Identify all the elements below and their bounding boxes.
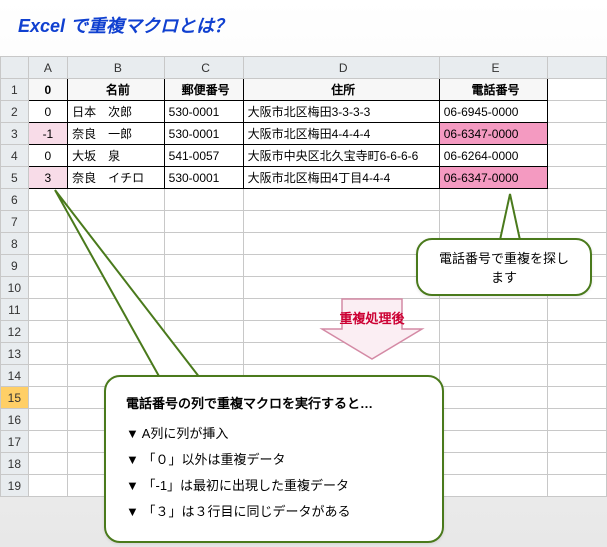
cell[interactable] [548, 123, 607, 145]
row-header[interactable]: 11 [1, 299, 29, 321]
row-header[interactable]: 7 [1, 211, 29, 233]
row-header[interactable]: 2 [1, 101, 29, 123]
cell[interactable]: 大阪市北区梅田3-3-3-3 [243, 101, 439, 123]
cell[interactable]: 郵便番号 [164, 79, 243, 101]
row-header[interactable]: 14 [1, 365, 29, 387]
row-header[interactable]: 16 [1, 409, 29, 431]
cell[interactable]: 大阪市中央区北久宝寺町6-6-6-6 [243, 145, 439, 167]
callout-item: ▼ A列に列が挿入 [126, 421, 422, 447]
cell[interactable] [548, 79, 607, 101]
cell[interactable]: -1 [28, 123, 67, 145]
col-header-D[interactable]: D [243, 57, 439, 79]
cell[interactable]: 0 [28, 79, 67, 101]
cell[interactable]: 3 [28, 167, 67, 189]
row-header[interactable]: 17 [1, 431, 29, 453]
cell[interactable]: 大阪市北区梅田4-4-4-4 [243, 123, 439, 145]
col-header-F[interactable] [548, 57, 607, 79]
callout-phone-duplicate: 電話番号で重複を探します [416, 238, 592, 296]
row-header[interactable]: 13 [1, 343, 29, 365]
cell[interactable]: 06-6945-0000 [439, 101, 547, 123]
cell[interactable]: 大阪市北区梅田4丁目4-4-4 [243, 167, 439, 189]
row-header[interactable]: 10 [1, 277, 29, 299]
arrow-label: 重複処理後 [312, 308, 432, 327]
row-header[interactable]: 12 [1, 321, 29, 343]
row-header[interactable]: 18 [1, 453, 29, 475]
row-header[interactable]: 15 [1, 387, 29, 409]
table-row: 4 0 大坂 泉 541-0057 大阪市中央区北久宝寺町6-6-6-6 06-… [1, 145, 607, 167]
callout-item: ▼ 「-1」は最初に出現した重複データ [126, 473, 422, 499]
page-title: Excel で重複マクロとは？ [0, 0, 607, 38]
cell[interactable] [548, 167, 607, 189]
callout-explanation: 電話番号の列で重複マクロを実行すると… ▼ A列に列が挿入 ▼ 「０」以外は重複… [104, 375, 444, 543]
cell[interactable]: 奈良 イチロ [68, 167, 165, 189]
col-header-E[interactable]: E [439, 57, 547, 79]
table-row: 2 0 日本 次郎 530-0001 大阪市北区梅田3-3-3-3 06-694… [1, 101, 607, 123]
cell[interactable]: 大坂 泉 [68, 145, 165, 167]
cell[interactable]: 530-0001 [164, 101, 243, 123]
row-header[interactable]: 19 [1, 475, 29, 497]
row-header[interactable]: 3 [1, 123, 29, 145]
cell[interactable] [548, 145, 607, 167]
table-row: 5 3 奈良 イチロ 530-0001 大阪市北区梅田4丁目4-4-4 06-6… [1, 167, 607, 189]
table-row: 1 0 名前 郵便番号 住所 電話番号 [1, 79, 607, 101]
select-all-corner[interactable] [1, 57, 29, 79]
cell[interactable]: 06-6264-0000 [439, 145, 547, 167]
arrow-down-icon [312, 294, 432, 364]
cell[interactable]: 530-0001 [164, 167, 243, 189]
callout-item: ▼ 「０」以外は重複データ [126, 447, 422, 473]
cell[interactable]: 奈良 一郎 [68, 123, 165, 145]
row-header[interactable]: 6 [1, 189, 29, 211]
cell[interactable]: 530-0001 [164, 123, 243, 145]
callout-item: ▼ 「３」は３行目に同じデータがある [126, 499, 422, 525]
cell[interactable]: 06-6347-0000 [439, 123, 547, 145]
cell[interactable]: 0 [28, 101, 67, 123]
process-arrow: 重複処理後 [312, 294, 432, 364]
row-header[interactable]: 8 [1, 233, 29, 255]
cell[interactable]: 日本 次郎 [68, 101, 165, 123]
row-header[interactable]: 4 [1, 145, 29, 167]
row-header[interactable]: 9 [1, 255, 29, 277]
row-header[interactable]: 1 [1, 79, 29, 101]
cell[interactable]: 541-0057 [164, 145, 243, 167]
col-header-C[interactable]: C [164, 57, 243, 79]
cell[interactable]: 0 [28, 145, 67, 167]
cell[interactable]: 電話番号 [439, 79, 547, 101]
callout-heading: 電話番号の列で重複マクロを実行すると… [126, 391, 422, 417]
col-header-B[interactable]: B [68, 57, 165, 79]
callout-text: 電話番号で重複を探します [439, 251, 569, 285]
cell[interactable]: 住所 [243, 79, 439, 101]
cell[interactable]: 名前 [68, 79, 165, 101]
cell[interactable]: 06-6347-0000 [439, 167, 547, 189]
row-header[interactable]: 5 [1, 167, 29, 189]
table-row: 3 -1 奈良 一郎 530-0001 大阪市北区梅田4-4-4-4 06-63… [1, 123, 607, 145]
cell[interactable] [548, 101, 607, 123]
col-header-A[interactable]: A [28, 57, 67, 79]
